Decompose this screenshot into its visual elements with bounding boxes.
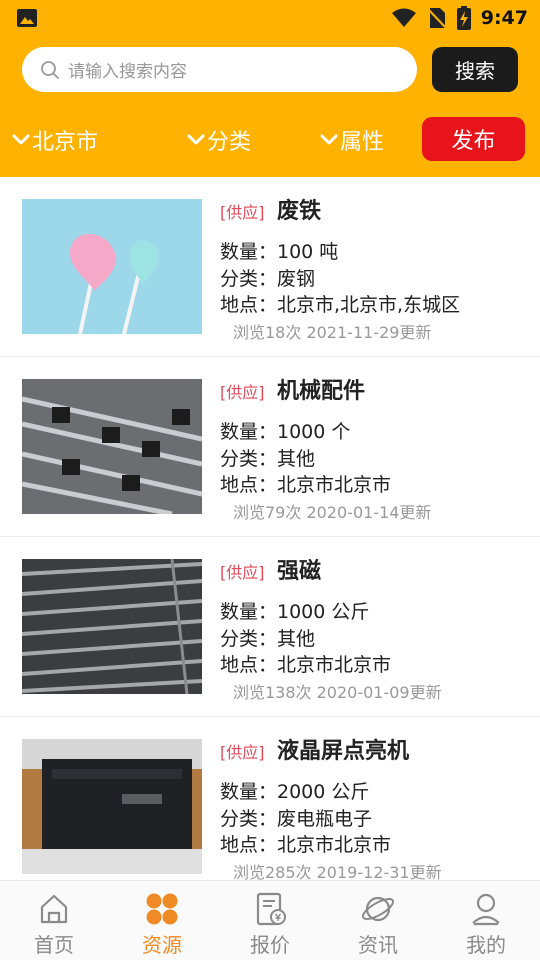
nav-home-label: 首页: [34, 933, 74, 957]
listing-title: 强磁: [277, 559, 322, 584]
chevron-down-icon: [187, 134, 205, 145]
listing-tag: [供应]: [220, 743, 265, 762]
chevron-down-icon: [320, 134, 338, 145]
search-placeholder: 请输入搜索内容: [68, 62, 187, 82]
category-filter[interactable]: 分类: [187, 122, 251, 158]
list-item[interactable]: [供应] 液晶屏点亮机 数量：2000 公斤 分类：废电瓶电子 地点：北京市北京…: [0, 717, 540, 880]
listing-thumbnail: [22, 559, 202, 694]
attribute-filter-label: 属性: [340, 130, 385, 155]
search-bar: 请输入搜索内容 搜索: [0, 36, 540, 102]
listing-quantity: 数量：1000 公斤: [220, 601, 370, 623]
image-notification-icon: [17, 9, 37, 27]
search-icon: [41, 60, 59, 79]
listing-quantity: 数量：2000 公斤: [220, 781, 370, 803]
listing-title: 液晶屏点亮机: [277, 739, 410, 764]
nav-home[interactable]: 首页: [0, 881, 108, 960]
list-item[interactable]: [供应] 强磁 数量：1000 公斤 分类：其他 地点：北京市北京市 浏览138…: [0, 537, 540, 717]
listing-tag: [供应]: [220, 383, 265, 402]
nav-quote-label: 报价: [250, 933, 290, 957]
chevron-down-icon: [12, 134, 30, 145]
home-icon: [40, 894, 68, 924]
no-sim-icon: [427, 8, 447, 29]
nav-resources[interactable]: 资源: [108, 881, 216, 960]
attribute-filter[interactable]: 属性: [320, 122, 384, 158]
listing-meta: 浏览18次 2021-11-29更新: [233, 323, 432, 342]
listing-quantity: 数量：100 吨: [220, 241, 339, 263]
listing-tag: [供应]: [220, 563, 265, 582]
quote-icon: [256, 892, 286, 926]
listing-tag: [供应]: [220, 203, 265, 222]
listing-location: 地点：北京市北京市: [220, 654, 392, 676]
listing-category: 分类：其他: [220, 448, 316, 470]
nav-quote[interactable]: 报价: [216, 881, 324, 960]
listing-thumbnail: [22, 379, 202, 514]
status-bar: 9:47: [0, 0, 540, 36]
listing-category: 分类：废电瓶电子: [220, 808, 373, 830]
listing-location: 地点：北京市,北京市,东城区: [220, 294, 461, 316]
news-icon: [361, 896, 395, 922]
wifi-icon: [391, 8, 416, 27]
nav-resources-label: 资源: [142, 933, 182, 957]
search-button[interactable]: 搜索: [432, 47, 518, 92]
list-item[interactable]: [供应] 废铁 数量：100 吨 分类：废钢 地点：北京市,北京市,东城区 浏览…: [0, 177, 540, 357]
listing-category: 分类：废钢: [220, 268, 316, 290]
listing-meta: 浏览79次 2020-01-14更新: [233, 503, 432, 522]
listing-location: 地点：北京市北京市: [220, 834, 392, 856]
city-filter-label: 北京市: [32, 130, 99, 155]
category-filter-label: 分类: [207, 130, 252, 155]
search-input[interactable]: 请输入搜索内容: [22, 47, 417, 92]
listing-thumbnail: [22, 199, 202, 334]
nav-news[interactable]: 资讯: [324, 881, 432, 960]
listing-meta: 浏览138次 2020-01-09更新: [233, 683, 442, 702]
listing-list: [供应] 废铁 数量：100 吨 分类：废钢 地点：北京市,北京市,东城区 浏览…: [0, 177, 540, 880]
nav-profile-label: 我的: [466, 933, 506, 957]
listing-meta: 浏览285次 2019-12-31更新: [233, 863, 442, 880]
listing-category: 分类：其他: [220, 628, 316, 650]
listing-title: 机械配件: [277, 379, 366, 404]
filter-bar: 北京市 分类 属性 发布: [0, 102, 540, 177]
nav-news-label: 资讯: [358, 933, 398, 957]
publish-button[interactable]: 发布: [422, 117, 525, 161]
clock: 9:47: [480, 7, 528, 29]
resources-icon: [146, 893, 178, 925]
list-item[interactable]: [供应] 机械配件 数量：1000 个 分类：其他 地点：北京市北京市 浏览79…: [0, 357, 540, 537]
listing-quantity: 数量：1000 个: [220, 421, 351, 443]
listing-title: 废铁: [277, 199, 322, 224]
listing-thumbnail: [22, 739, 202, 874]
bottom-nav: 首页 资源 报价 资讯 我的: [0, 880, 540, 960]
battery-charging-icon: [456, 6, 471, 30]
nav-profile[interactable]: 我的: [432, 881, 540, 960]
city-filter[interactable]: 北京市: [12, 122, 98, 158]
profile-icon: [472, 893, 500, 926]
listing-location: 地点：北京市北京市: [220, 474, 392, 496]
